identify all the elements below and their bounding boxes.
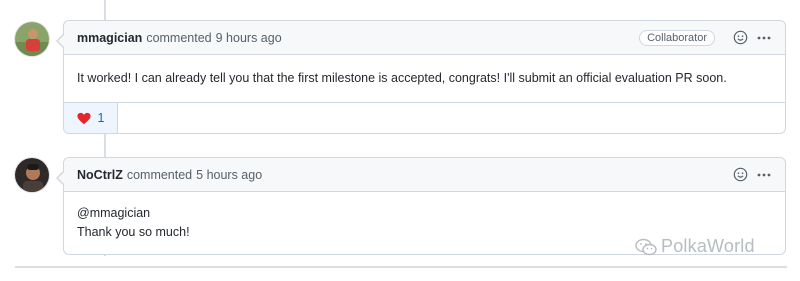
comment-timestamp[interactable]: 5 hours ago <box>196 168 262 182</box>
reaction-heart-button[interactable]: 1 <box>64 103 118 133</box>
watermark: PolkaWorld <box>635 236 755 257</box>
comment-body: It worked! I can already tell you that t… <box>64 55 785 102</box>
kebab-menu-icon[interactable] <box>755 29 773 47</box>
timeline-divider <box>15 266 787 268</box>
kebab-menu-icon[interactable] <box>755 166 773 184</box>
add-reaction-smiley-icon[interactable] <box>731 166 749 184</box>
comment-verb: commented <box>146 30 212 45</box>
reaction-count: 1 <box>97 111 105 125</box>
wechat-icon <box>635 238 657 255</box>
comment-header: mmagician commented 9 hours ago Collabor… <box>64 21 785 55</box>
avatar-noctrlz[interactable] <box>14 157 50 193</box>
comment-mention: @mmagician <box>77 206 151 220</box>
reactions-bar: 1 <box>64 102 785 133</box>
add-reaction-smiley-icon[interactable] <box>731 29 749 47</box>
avatar-mmagician[interactable] <box>14 21 50 57</box>
collaborator-badge: Collaborator <box>639 29 715 46</box>
heart-icon <box>76 112 91 124</box>
comment-mmagician: mmagician commented 9 hours ago Collabor… <box>56 20 786 134</box>
comment-author[interactable]: NoCtrlZ <box>77 168 123 182</box>
comment-header: NoCtrlZ commented 5 hours ago <box>64 158 785 192</box>
comment-verb: commented <box>126 167 193 182</box>
watermark-text: PolkaWorld <box>661 236 755 256</box>
comment-timestamp[interactable]: 9 hours ago <box>216 31 282 45</box>
comment-text: It worked! I can already tell you that t… <box>77 71 727 85</box>
comment-author[interactable]: mmagician <box>77 31 142 45</box>
